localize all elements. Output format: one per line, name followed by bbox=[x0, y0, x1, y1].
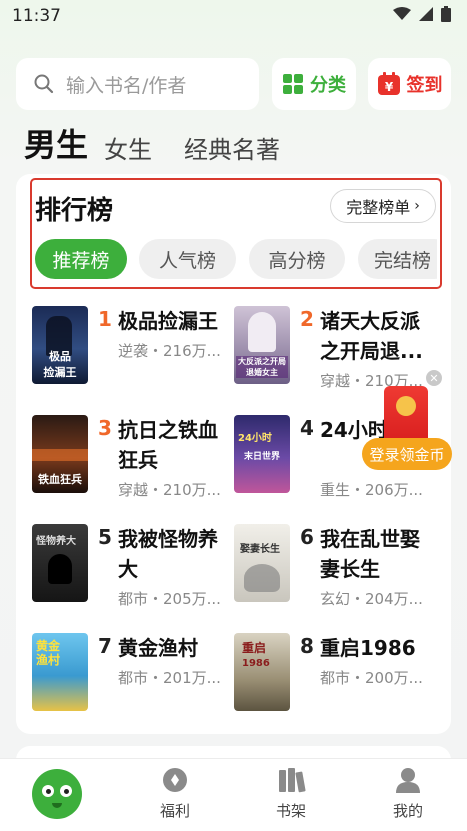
book-title: 重启1986 bbox=[320, 636, 416, 660]
book-item[interactable]: 娶妻长生 6 我在乱世娶妻长生 玄幻・204万... bbox=[234, 524, 434, 614]
chip-high-score[interactable]: 高分榜 bbox=[249, 239, 345, 279]
book-cover: 极品 捡漏王 bbox=[32, 306, 88, 384]
book-title: 我被怪物养大 bbox=[118, 527, 218, 581]
book-meta: 玄幻・204万... bbox=[320, 590, 423, 608]
bottom-nav: 福利 书架 我的 bbox=[0, 758, 467, 831]
svg-text:¥: ¥ bbox=[384, 80, 393, 94]
book-meta: 重生・206万... bbox=[320, 481, 423, 499]
tab-female[interactable]: 女生 bbox=[104, 130, 152, 165]
status-time: 11:37 bbox=[12, 6, 61, 26]
book-cover: 怪物养大 bbox=[32, 524, 88, 602]
chip-completed[interactable]: 完结榜 bbox=[358, 239, 437, 279]
book-title: 我在乱世娶妻长生 bbox=[320, 527, 420, 581]
book-cover: 大反派之开局 退婚女主 bbox=[234, 306, 290, 384]
login-coin-button[interactable]: 登录领金币 bbox=[362, 438, 452, 470]
book-rank: 1 bbox=[98, 307, 112, 331]
full-list-label: 完整榜单 bbox=[346, 198, 411, 217]
welfare-icon bbox=[163, 768, 187, 792]
category-icon bbox=[283, 74, 303, 94]
profile-icon bbox=[396, 768, 420, 793]
book-item[interactable]: 怪物养大 5 我被怪物养大 都市・205万... bbox=[32, 524, 232, 614]
book-rank: 4 bbox=[300, 416, 314, 440]
nav-home[interactable] bbox=[8, 759, 108, 831]
book-item[interactable]: 黄金 渔村 7 黄金渔村 都市・201万... bbox=[32, 633, 232, 723]
book-title: 极品捡漏王 bbox=[118, 309, 218, 333]
nav-bookshelf[interactable]: 书架 bbox=[241, 759, 341, 831]
book-meta: 逆袭・216万... bbox=[118, 342, 221, 360]
book-rank: 7 bbox=[98, 634, 112, 658]
tab-male[interactable]: 男生 bbox=[24, 120, 88, 166]
search-icon bbox=[34, 74, 54, 94]
full-list-button[interactable]: 完整榜单 › bbox=[330, 189, 436, 223]
book-title: 抗日之铁血狂兵 bbox=[118, 418, 218, 472]
category-label: 分类 bbox=[310, 75, 346, 96]
book-rank: 2 bbox=[300, 307, 314, 331]
chevron-right-icon: › bbox=[414, 198, 420, 214]
nav-welfare[interactable]: 福利 bbox=[125, 759, 225, 831]
ranking-chips: 推荐榜 人气榜 高分榜 完结榜 bbox=[35, 239, 437, 279]
book-cover: 重启 1986 bbox=[234, 633, 290, 711]
checkin-label: 签到 bbox=[406, 75, 443, 96]
red-envelope-icon[interactable] bbox=[384, 386, 428, 444]
nav-mine-label: 我的 bbox=[392, 802, 423, 820]
book-cover: 铁血狂兵 bbox=[32, 415, 88, 493]
mascot-icon bbox=[32, 769, 82, 819]
book-meta: 都市・200万... bbox=[320, 669, 423, 687]
checkin-icon: ¥ bbox=[377, 72, 400, 95]
tab-classics[interactable]: 经典名著 bbox=[184, 130, 280, 165]
book-item[interactable]: 铁血狂兵 3 抗日之铁血狂兵 穿越・210万... bbox=[32, 415, 232, 505]
search-placeholder: 输入书名/作者 bbox=[66, 74, 187, 97]
nav-welfare-label: 福利 bbox=[159, 802, 190, 820]
book-rank: 8 bbox=[300, 634, 314, 658]
signal-icon bbox=[419, 7, 433, 21]
book-rank: 5 bbox=[98, 525, 112, 549]
search-input[interactable]: 输入书名/作者 bbox=[16, 58, 259, 110]
book-meta: 穿越・210万... bbox=[118, 481, 221, 499]
book-item[interactable]: 大反派之开局 退婚女主 2 诸天大反派之开局退... 穿越・210万... bbox=[234, 306, 434, 396]
wifi-icon bbox=[393, 7, 411, 20]
book-title: 诸天大反派之开局退... bbox=[320, 309, 423, 363]
book-item[interactable]: 极品 捡漏王 1 极品捡漏王 逆袭・216万... bbox=[32, 306, 232, 396]
book-meta: 都市・205万... bbox=[118, 590, 221, 608]
category-button[interactable]: 分类 bbox=[272, 58, 356, 110]
battery-icon bbox=[441, 6, 451, 22]
book-rank: 6 bbox=[300, 525, 314, 549]
book-item[interactable]: 重启 1986 8 重启1986 都市・200万... bbox=[234, 633, 434, 723]
checkin-button[interactable]: ¥ 签到 bbox=[368, 58, 451, 110]
bookshelf-icon bbox=[279, 768, 306, 793]
book-cover: 娶妻长生 bbox=[234, 524, 290, 602]
chip-popular[interactable]: 人气榜 bbox=[139, 239, 236, 279]
close-icon[interactable]: ✕ bbox=[426, 370, 442, 386]
book-rank: 3 bbox=[98, 416, 112, 440]
ranking-title: 排行榜 bbox=[35, 196, 114, 226]
book-meta: 都市・201万... bbox=[118, 669, 221, 687]
book-cover: 24小时 末日世界 bbox=[234, 415, 290, 493]
nav-bookshelf-label: 书架 bbox=[275, 802, 306, 820]
chip-recommend[interactable]: 推荐榜 bbox=[35, 239, 127, 279]
book-cover: 黄金 渔村 bbox=[32, 633, 88, 711]
book-title: 黄金渔村 bbox=[118, 636, 198, 660]
nav-mine[interactable]: 我的 bbox=[358, 759, 458, 831]
status-icons bbox=[393, 6, 451, 22]
